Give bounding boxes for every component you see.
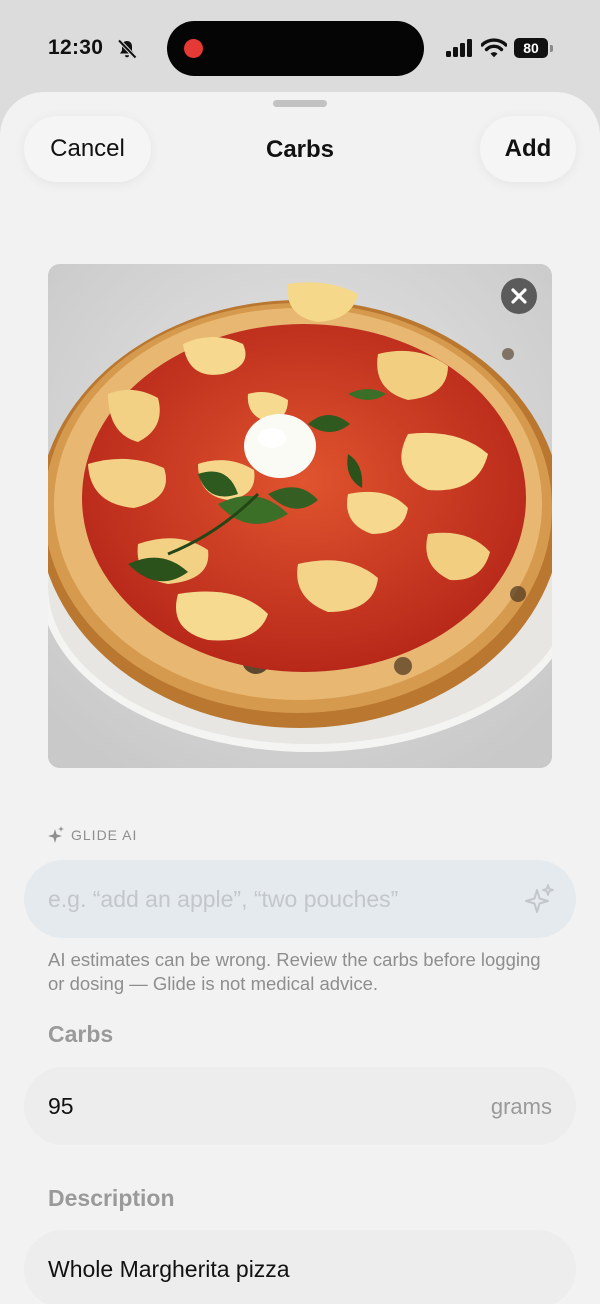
status-time: 12:30	[48, 36, 104, 59]
description-value[interactable]: Whole Margherita pizza	[48, 1256, 290, 1283]
pizza-photo	[48, 264, 552, 768]
sparkle-icon	[48, 826, 64, 843]
cellular-signal-icon	[446, 39, 472, 57]
status-bar: 12:30 80	[0, 0, 600, 96]
recording-dot-icon	[184, 39, 203, 58]
cancel-button[interactable]: Cancel	[24, 116, 151, 182]
ai-sparkle-button[interactable]	[524, 884, 554, 914]
bell-slash-icon	[117, 39, 137, 59]
description-section-label: Description	[48, 1185, 175, 1211]
glide-ai-label-text: GLIDE AI	[71, 827, 138, 843]
ai-disclaimer: AI estimates can be wrong. Review the ca…	[48, 949, 541, 994]
description-field[interactable]: Whole Margherita pizza	[24, 1230, 576, 1304]
battery-level: 80	[523, 40, 539, 56]
pizza-illustration	[48, 264, 552, 768]
ai-prompt-input[interactable]	[48, 860, 518, 938]
add-button[interactable]: Add	[480, 116, 576, 182]
sheet-title: Carbs	[265, 136, 335, 163]
sheet-grabber[interactable]	[273, 100, 327, 107]
close-icon	[511, 288, 527, 304]
dynamic-island	[167, 21, 424, 76]
ai-prompt-field[interactable]	[24, 860, 576, 938]
remove-photo-button[interactable]	[501, 278, 537, 314]
carbs-field[interactable]: 95 grams	[24, 1067, 576, 1145]
wifi-icon	[481, 38, 507, 58]
carbs-value[interactable]: 95	[48, 1093, 74, 1120]
battery-icon: 80	[514, 38, 553, 58]
carbs-section-label: Carbs	[48, 1021, 114, 1047]
add-carbs-sheet: Cancel Carbs Add GLIDE AI e.g. “add an a…	[0, 92, 600, 1304]
carbs-unit: grams	[490, 1094, 552, 1119]
